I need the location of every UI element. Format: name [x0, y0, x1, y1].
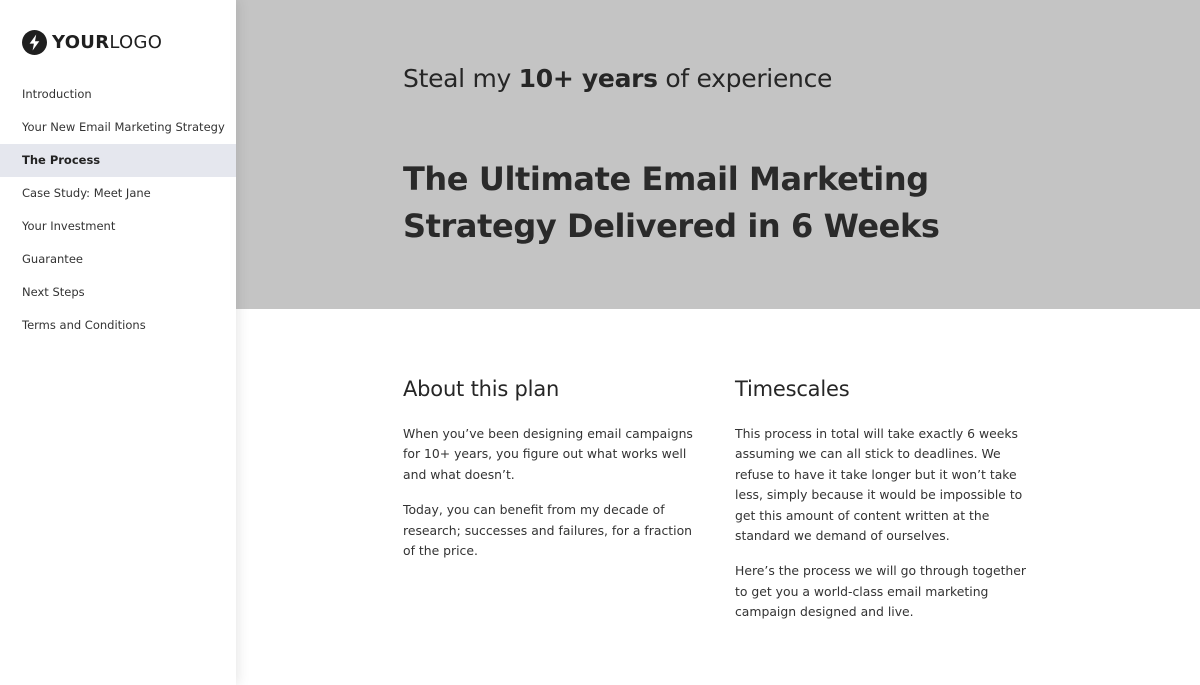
- hero-kicker-post: of experience: [657, 64, 833, 93]
- hero-kicker-bold: 10+ years: [518, 64, 658, 93]
- logo-text: YOURLOGO: [52, 32, 162, 53]
- sidebar-item-guarantee[interactable]: Guarantee: [0, 243, 236, 276]
- logo-text-bold: YOUR: [52, 31, 110, 53]
- sidebar-item-your-investment[interactable]: Your Investment: [0, 210, 236, 243]
- logo-text-light: LOGO: [109, 31, 163, 53]
- sidebar-item-introduction[interactable]: Introduction: [0, 78, 236, 111]
- about-plan-paragraph: When you’ve been designing email campaig…: [403, 426, 693, 482]
- sidebar-nav: Introduction Your New Email Marketing St…: [0, 78, 236, 342]
- sidebar-item-next-steps[interactable]: Next Steps: [0, 276, 236, 309]
- page-title: The Ultimate Email Marketing Strategy De…: [403, 160, 940, 246]
- timescales-heading: Timescales: [735, 377, 850, 401]
- hero-kicker-pre: Steal my: [403, 64, 519, 93]
- timescales-paragraph: Here’s the process we will go through to…: [735, 563, 1027, 620]
- sidebar-item-the-process[interactable]: The Process: [0, 144, 236, 177]
- about-plan-heading: About this plan: [403, 377, 560, 401]
- sidebar-item-email-marketing-strategy[interactable]: Your New Email Marketing Strategy: [0, 111, 236, 144]
- sidebar: YOURLOGO Introduction Your New Email Mar…: [0, 0, 236, 685]
- hero-banner: Steal my 10+ years of experience The Ult…: [236, 0, 1200, 309]
- lightning-bolt-icon: [22, 29, 47, 55]
- logo[interactable]: YOURLOGO: [22, 29, 162, 55]
- timescales-section: Timescales This process in total will ta…: [735, 374, 1040, 638]
- about-plan-paragraph: Today, you can benefit from my decade of…: [403, 502, 693, 559]
- sidebar-item-terms-and-conditions[interactable]: Terms and Conditions: [0, 309, 236, 342]
- hero-kicker: Steal my 10+ years of experience: [403, 64, 832, 93]
- sidebar-item-case-study[interactable]: Case Study: Meet Jane: [0, 177, 236, 210]
- about-plan-section: About this plan When you’ve been designi…: [403, 374, 703, 576]
- timescales-paragraph: This process in total will take exactly …: [735, 426, 1023, 544]
